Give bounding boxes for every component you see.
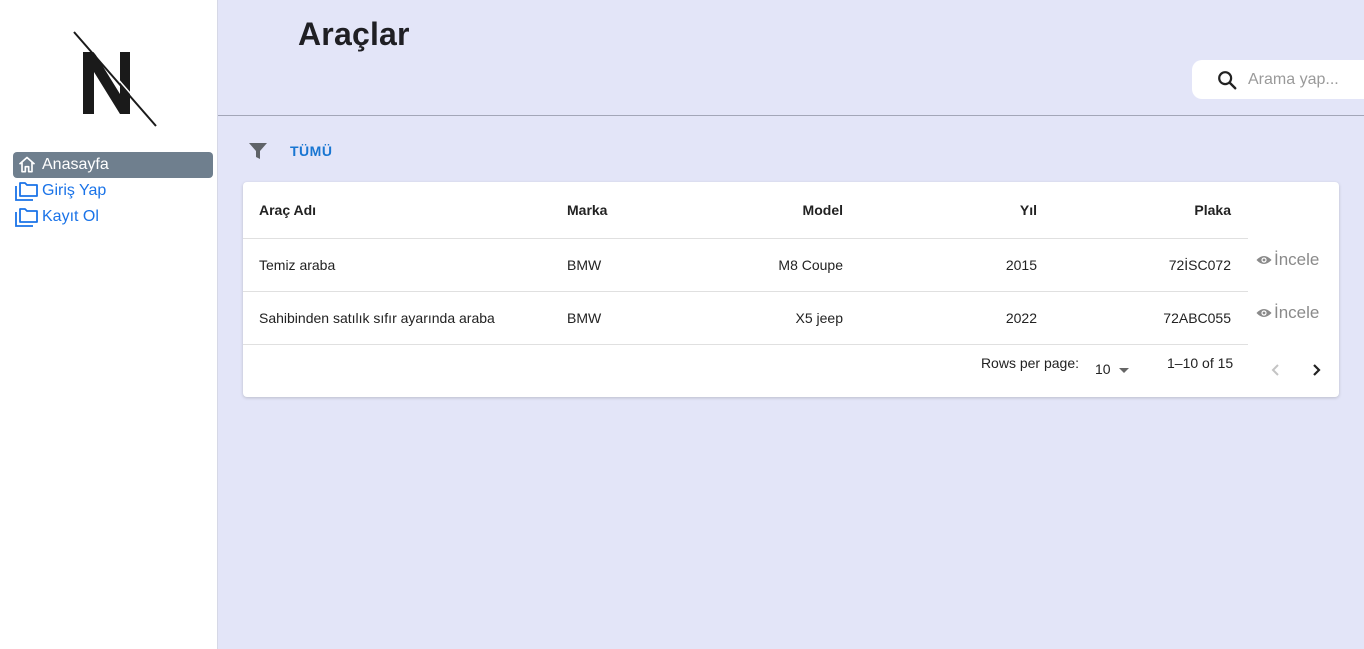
view-button-label: İncele: [1274, 303, 1320, 322]
sidebar: Anasayfa Giriş Yap Kayıt Ol: [0, 0, 218, 649]
column-header-name[interactable]: Araç Adı: [259, 202, 316, 218]
sidebar-item-label: Giriş Yap: [42, 182, 107, 199]
rows-per-page-select[interactable]: 10: [1095, 361, 1129, 377]
cell-model: M8 Coupe: [778, 257, 843, 273]
cell-plate: 72İSC072: [1168, 257, 1231, 273]
folder-icon: [15, 180, 39, 202]
cell-name: Sahibinden satılık sıfır ayarında araba: [259, 310, 495, 326]
filter-bar: TÜMÜ: [246, 138, 332, 164]
view-button-label: İncele: [1274, 250, 1320, 269]
search-bar: [1192, 60, 1364, 99]
search-input[interactable]: [1248, 70, 1348, 89]
page-title: Araçlar: [298, 16, 410, 52]
column-header-plate[interactable]: Plaka: [1194, 202, 1231, 218]
table-header-row: Araç Adı Marka Model Yıl Plaka: [243, 182, 1248, 239]
column-header-year[interactable]: Yıl: [1020, 202, 1037, 218]
sidebar-item-kayit-ol[interactable]: Kayıt Ol: [13, 204, 213, 230]
filter-all-button[interactable]: TÜMÜ: [290, 143, 332, 159]
eye-icon: [1256, 256, 1272, 264]
table-row: Temiz araba BMW M8 Coupe 2015 72İSC072: [243, 239, 1248, 292]
cell-name: Temiz araba: [259, 257, 336, 273]
cell-plate: 72ABC055: [1163, 310, 1231, 326]
rows-per-page-value: 10: [1095, 361, 1111, 377]
cell-year: 2022: [1005, 310, 1037, 326]
cell-brand: BMW: [567, 310, 602, 326]
page-range-label: 1–10 of 15: [1167, 355, 1234, 371]
vehicles-table: Araç Adı Marka Model Yıl Plaka Temiz ara…: [243, 182, 1339, 397]
view-button[interactable]: İncele: [1256, 250, 1319, 270]
home-icon: [15, 154, 39, 176]
cell-brand: BMW: [567, 257, 602, 273]
header-divider: [218, 115, 1364, 116]
eye-icon: [1256, 309, 1272, 317]
sidebar-item-anasayfa[interactable]: Anasayfa: [13, 152, 213, 178]
folder-icon: [15, 206, 39, 228]
next-page-button[interactable]: [1306, 360, 1326, 380]
cell-model: X5 jeep: [795, 310, 843, 326]
cell-year: 2015: [1005, 257, 1037, 273]
previous-page-button[interactable]: [1266, 360, 1286, 380]
view-button[interactable]: İncele: [1256, 303, 1319, 323]
filter-icon[interactable]: [246, 138, 270, 164]
rows-per-page-label: Rows per page:: [980, 355, 1079, 371]
sidebar-item-label: Anasayfa: [42, 156, 109, 173]
search-icon: [1218, 70, 1237, 89]
chevron-right-icon: [1313, 364, 1321, 376]
sidebar-item-giris-yap[interactable]: Giriş Yap: [13, 178, 213, 204]
pagination: Rows per page: 10 1–10 of 15: [243, 345, 1339, 397]
chevron-left-icon: [1271, 364, 1279, 376]
sidebar-item-label: Kayıt Ol: [42, 208, 99, 225]
sidebar-nav: Anasayfa Giriş Yap Kayıt Ol: [13, 152, 213, 230]
caret-down-icon: [1118, 367, 1129, 373]
column-header-model[interactable]: Model: [803, 202, 843, 218]
logo-icon: [73, 30, 159, 127]
column-header-brand[interactable]: Marka: [567, 202, 607, 218]
table-row: Sahibinden satılık sıfır ayarında araba …: [243, 292, 1248, 345]
